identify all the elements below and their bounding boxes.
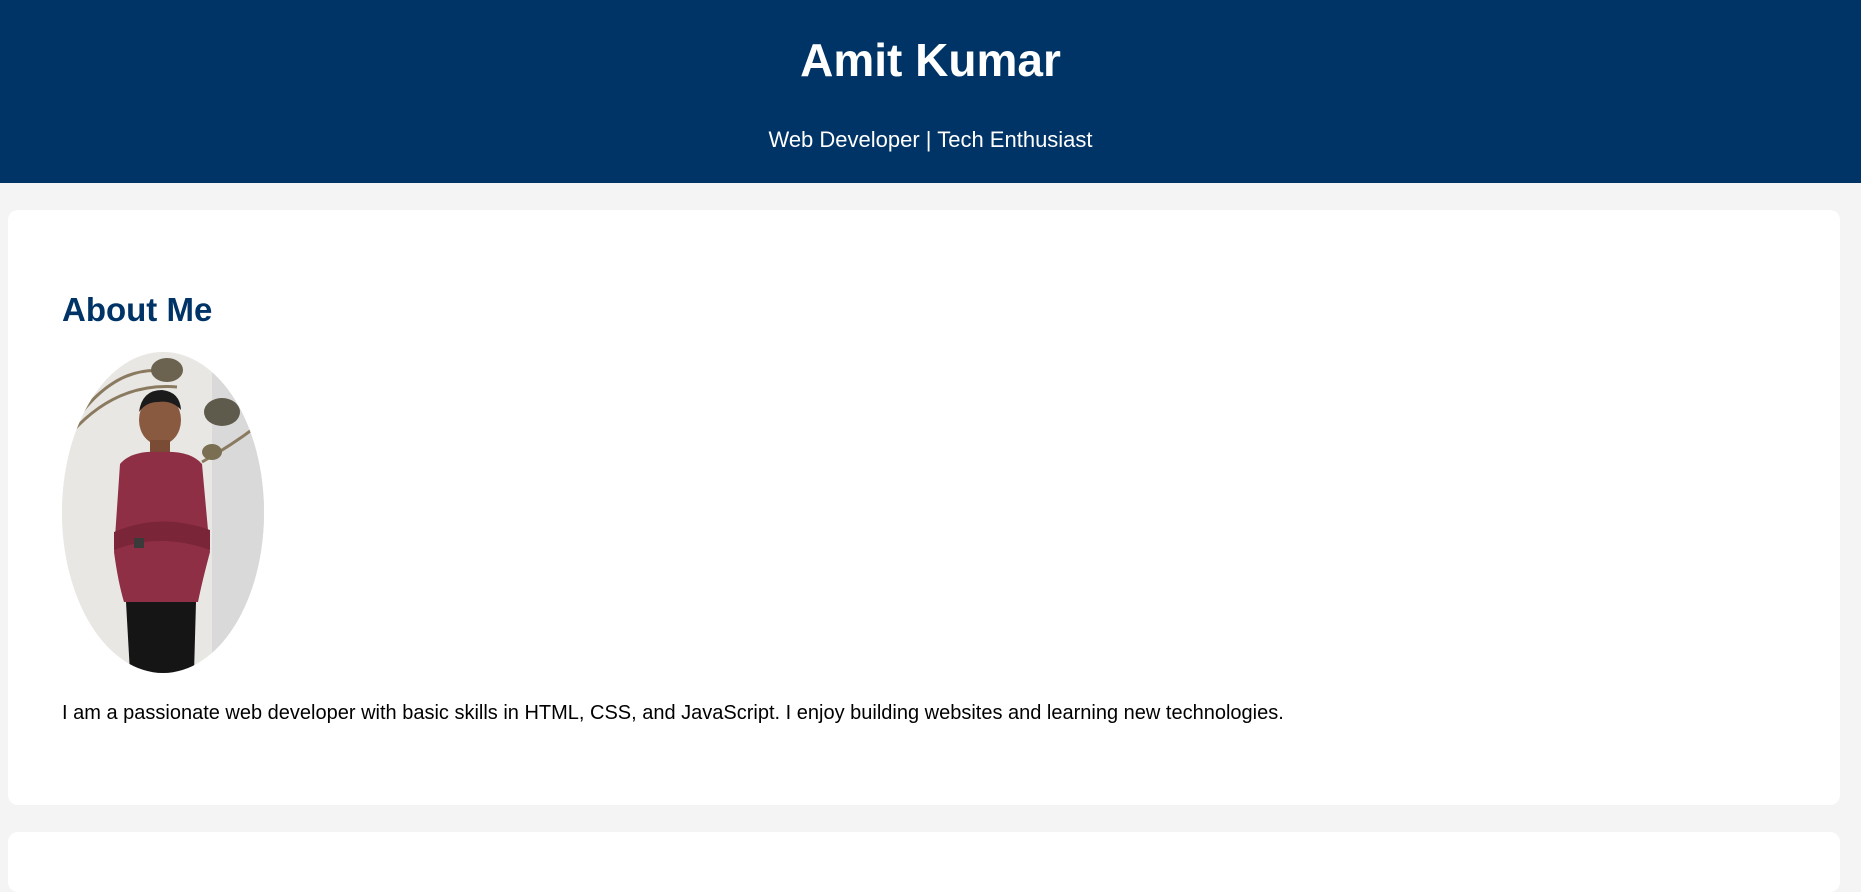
next-section-card [8, 832, 1840, 892]
site-tagline: Web Developer | Tech Enthusiast [768, 127, 1093, 152]
site-header: Amit Kumar Web Developer | Tech Enthusia… [0, 0, 1861, 183]
about-bio: I am a passionate web developer with bas… [62, 702, 1284, 724]
section-heading: About Me [62, 291, 213, 328]
profile-photo [62, 352, 264, 673]
site-title: Amit Kumar [800, 34, 1061, 86]
about-section: About Me I am a passionate web developer… [8, 210, 1840, 805]
